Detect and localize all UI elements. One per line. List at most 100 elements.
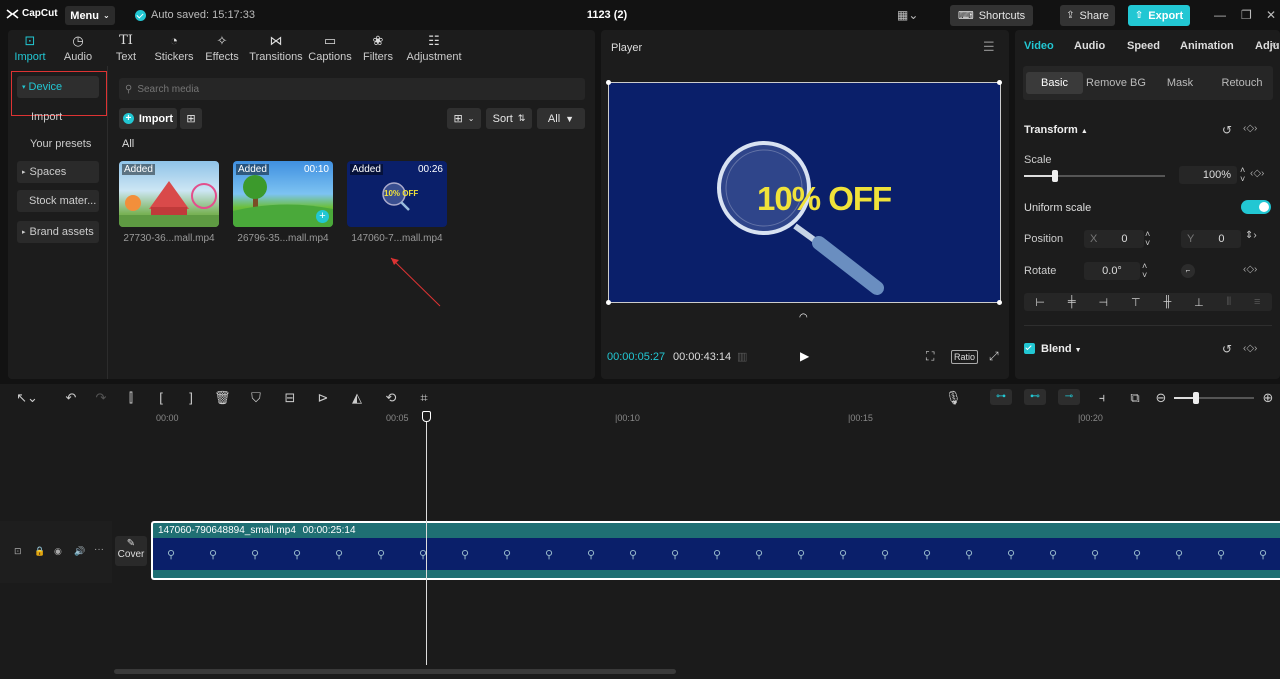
video-clip[interactable]: 147060-790648894_small.mp4 00:00:25:14 ⚲… bbox=[151, 521, 1280, 580]
playhead[interactable] bbox=[422, 411, 431, 665]
freeze-icon[interactable]: ⊟ bbox=[282, 390, 298, 406]
reset-icon[interactable]: ↺ bbox=[1222, 342, 1232, 356]
keyframe-icon[interactable]: ‹◇› bbox=[1243, 123, 1257, 134]
filter-button[interactable]: All ▼ bbox=[537, 108, 585, 129]
sidebar-item-spaces[interactable]: ▸ Spaces bbox=[17, 161, 99, 183]
tab-speed[interactable]: Speed bbox=[1127, 40, 1160, 52]
tab-effects[interactable]: ✧ Effects bbox=[194, 33, 250, 63]
marker-icon[interactable]: ⛉ bbox=[248, 390, 264, 406]
keyframe-icon[interactable]: ‹◇› bbox=[1243, 264, 1257, 275]
media-thumbnail[interactable]: Added 00:10 + bbox=[233, 161, 333, 227]
split-left-icon[interactable]: [ bbox=[153, 390, 169, 405]
blend-header[interactable]: Blend ▼ bbox=[1041, 343, 1082, 355]
track-toggle-icon[interactable]: ⊡ bbox=[14, 546, 22, 557]
search-box[interactable]: ⚲ bbox=[119, 78, 585, 100]
close-icon[interactable]: ✕ bbox=[1266, 8, 1276, 22]
sidebar-item-presets[interactable]: Your presets bbox=[17, 133, 99, 155]
share-button[interactable]: ⇪ Share bbox=[1060, 5, 1115, 26]
reset-icon[interactable]: ↺ bbox=[1222, 123, 1232, 137]
align-right-icon[interactable]: ⊣ bbox=[1099, 296, 1109, 309]
tabs-scroll-icon[interactable]: ‹› bbox=[1271, 39, 1278, 50]
search-input[interactable] bbox=[137, 83, 538, 95]
sidebar-item-brand[interactable]: ▸ Brand assets bbox=[17, 221, 99, 243]
fit-view-icon[interactable]: ⛶ bbox=[926, 349, 934, 364]
undo-icon[interactable]: ↶ bbox=[63, 390, 79, 406]
align-top-icon[interactable]: ⊤ bbox=[1131, 296, 1141, 309]
export-button[interactable]: ⇧ Export bbox=[1128, 5, 1190, 26]
stepper-icon[interactable]: ˄ ˅ bbox=[1240, 166, 1245, 184]
uniform-scale-toggle[interactable] bbox=[1241, 200, 1271, 214]
resize-handle[interactable] bbox=[997, 80, 1002, 85]
stepper-icon[interactable]: ˄ ˅ bbox=[1142, 262, 1147, 280]
split-icon[interactable]: ⫿ bbox=[123, 390, 139, 406]
position-x-box[interactable]: X 0 bbox=[1084, 230, 1144, 248]
media-item[interactable]: Added 00:10 + 26796-35...mall.mp4 bbox=[233, 161, 333, 244]
rotate-handle-icon[interactable]: ◠ bbox=[799, 312, 808, 323]
resize-handle[interactable] bbox=[606, 300, 611, 305]
play-icon[interactable]: ▶ bbox=[800, 349, 809, 363]
subtab-basic[interactable]: Basic bbox=[1026, 72, 1083, 94]
zoom-out-icon[interactable]: ⊖ bbox=[1153, 390, 1169, 406]
sort-button[interactable]: Sort ⇅ bbox=[486, 108, 532, 129]
cover-button[interactable]: ✎ Cover bbox=[115, 536, 147, 566]
tab-filters[interactable]: ❀ Filters bbox=[350, 33, 406, 63]
add-to-timeline-icon[interactable]: + bbox=[316, 210, 329, 223]
crop-icon[interactable]: ⌗ bbox=[416, 390, 432, 406]
scale-slider[interactable] bbox=[1024, 170, 1165, 182]
align-left-icon[interactable]: ⊢ bbox=[1035, 296, 1045, 309]
distribute-v-icon[interactable]: ≡ bbox=[1254, 296, 1260, 308]
subtab-mask[interactable]: Mask bbox=[1151, 72, 1209, 94]
scale-slider-knob[interactable] bbox=[1052, 170, 1059, 182]
media-item[interactable]: Added 27730-36...mall.mp4 bbox=[119, 161, 219, 244]
grid-view-button[interactable]: ⊞ bbox=[180, 108, 202, 129]
zoom-slider[interactable] bbox=[1174, 392, 1254, 404]
minimize-icon[interactable]: — bbox=[1214, 8, 1226, 22]
link-stepper-icon[interactable]: ⇕› bbox=[1245, 230, 1257, 241]
blend-checkbox[interactable] bbox=[1024, 343, 1035, 354]
tab-audio-props[interactable]: Audio bbox=[1074, 40, 1105, 52]
tab-video[interactable]: Video bbox=[1024, 40, 1054, 52]
link-icon[interactable]: ⊸ bbox=[1058, 389, 1080, 405]
rotate-icon[interactable]: ⟲ bbox=[383, 390, 399, 406]
select-tool-icon[interactable]: ↖⌄ bbox=[12, 390, 42, 406]
rotate-dial-icon[interactable]: ⌐ bbox=[1181, 264, 1195, 278]
subtab-retouch[interactable]: Retouch bbox=[1213, 72, 1271, 94]
split-right-icon[interactable]: ] bbox=[183, 390, 199, 405]
reverse-icon[interactable]: ⊳ bbox=[315, 390, 331, 406]
eye-icon[interactable]: ◉ bbox=[54, 546, 62, 557]
stepper-icon[interactable]: ˄ ˅ bbox=[1145, 230, 1150, 248]
scale-value-box[interactable]: 100% bbox=[1179, 166, 1237, 184]
player-menu-icon[interactable]: ☰ bbox=[983, 39, 995, 55]
fullscreen-icon[interactable]: ⤢ bbox=[989, 349, 999, 364]
shortcuts-button[interactable]: ⌨ Shortcuts bbox=[950, 5, 1033, 26]
media-thumbnail[interactable]: 10% OFF Added 00:26 bbox=[347, 161, 447, 227]
tab-transitions[interactable]: ⋈ Transitions bbox=[248, 33, 304, 63]
tab-animation[interactable]: Animation bbox=[1180, 40, 1234, 52]
magnet-main-icon[interactable]: ⊶ bbox=[990, 389, 1012, 405]
lock-icon[interactable]: 🔒 bbox=[34, 546, 45, 557]
redo-icon[interactable]: ↷ bbox=[93, 390, 109, 406]
resize-handle[interactable] bbox=[997, 300, 1002, 305]
sidebar-item-import[interactable]: Import bbox=[17, 106, 99, 128]
align-center-v-icon[interactable]: ╫ bbox=[1163, 296, 1171, 308]
subtab-remove-bg[interactable]: Remove BG bbox=[1085, 72, 1147, 94]
playhead-handle[interactable] bbox=[422, 411, 431, 422]
tab-adjustment[interactable]: ☷ Adjustment bbox=[404, 33, 464, 63]
maximize-icon[interactable]: ❐ bbox=[1241, 8, 1252, 22]
position-y-box[interactable]: Y 0 bbox=[1181, 230, 1241, 248]
mirror-icon[interactable]: ◭ bbox=[349, 390, 365, 406]
split-preview-icon[interactable]: ⫞ bbox=[1094, 390, 1110, 406]
menu-button[interactable]: Menu ⌄ bbox=[65, 6, 115, 25]
align-bottom-icon[interactable]: ⊥ bbox=[1194, 296, 1204, 309]
media-item[interactable]: 10% OFF Added 00:26 147060-7...mall.mp4 bbox=[347, 161, 447, 244]
more-icon[interactable]: ··· bbox=[94, 544, 104, 555]
resize-handle[interactable] bbox=[606, 80, 611, 85]
sidebar-item-stock[interactable]: Stock mater... bbox=[17, 190, 99, 212]
transform-header[interactable]: Transform ▲ bbox=[1024, 124, 1088, 136]
rotate-value-box[interactable]: 0.0° bbox=[1084, 262, 1140, 280]
media-thumbnail[interactable]: Added bbox=[119, 161, 219, 227]
speaker-icon[interactable]: 🔊 bbox=[74, 546, 85, 557]
keyframe-icon[interactable]: ‹◇› bbox=[1243, 343, 1257, 354]
delete-icon[interactable]: 🗑 bbox=[214, 390, 231, 406]
preview-axis-icon[interactable]: ⧉ bbox=[1127, 390, 1143, 406]
